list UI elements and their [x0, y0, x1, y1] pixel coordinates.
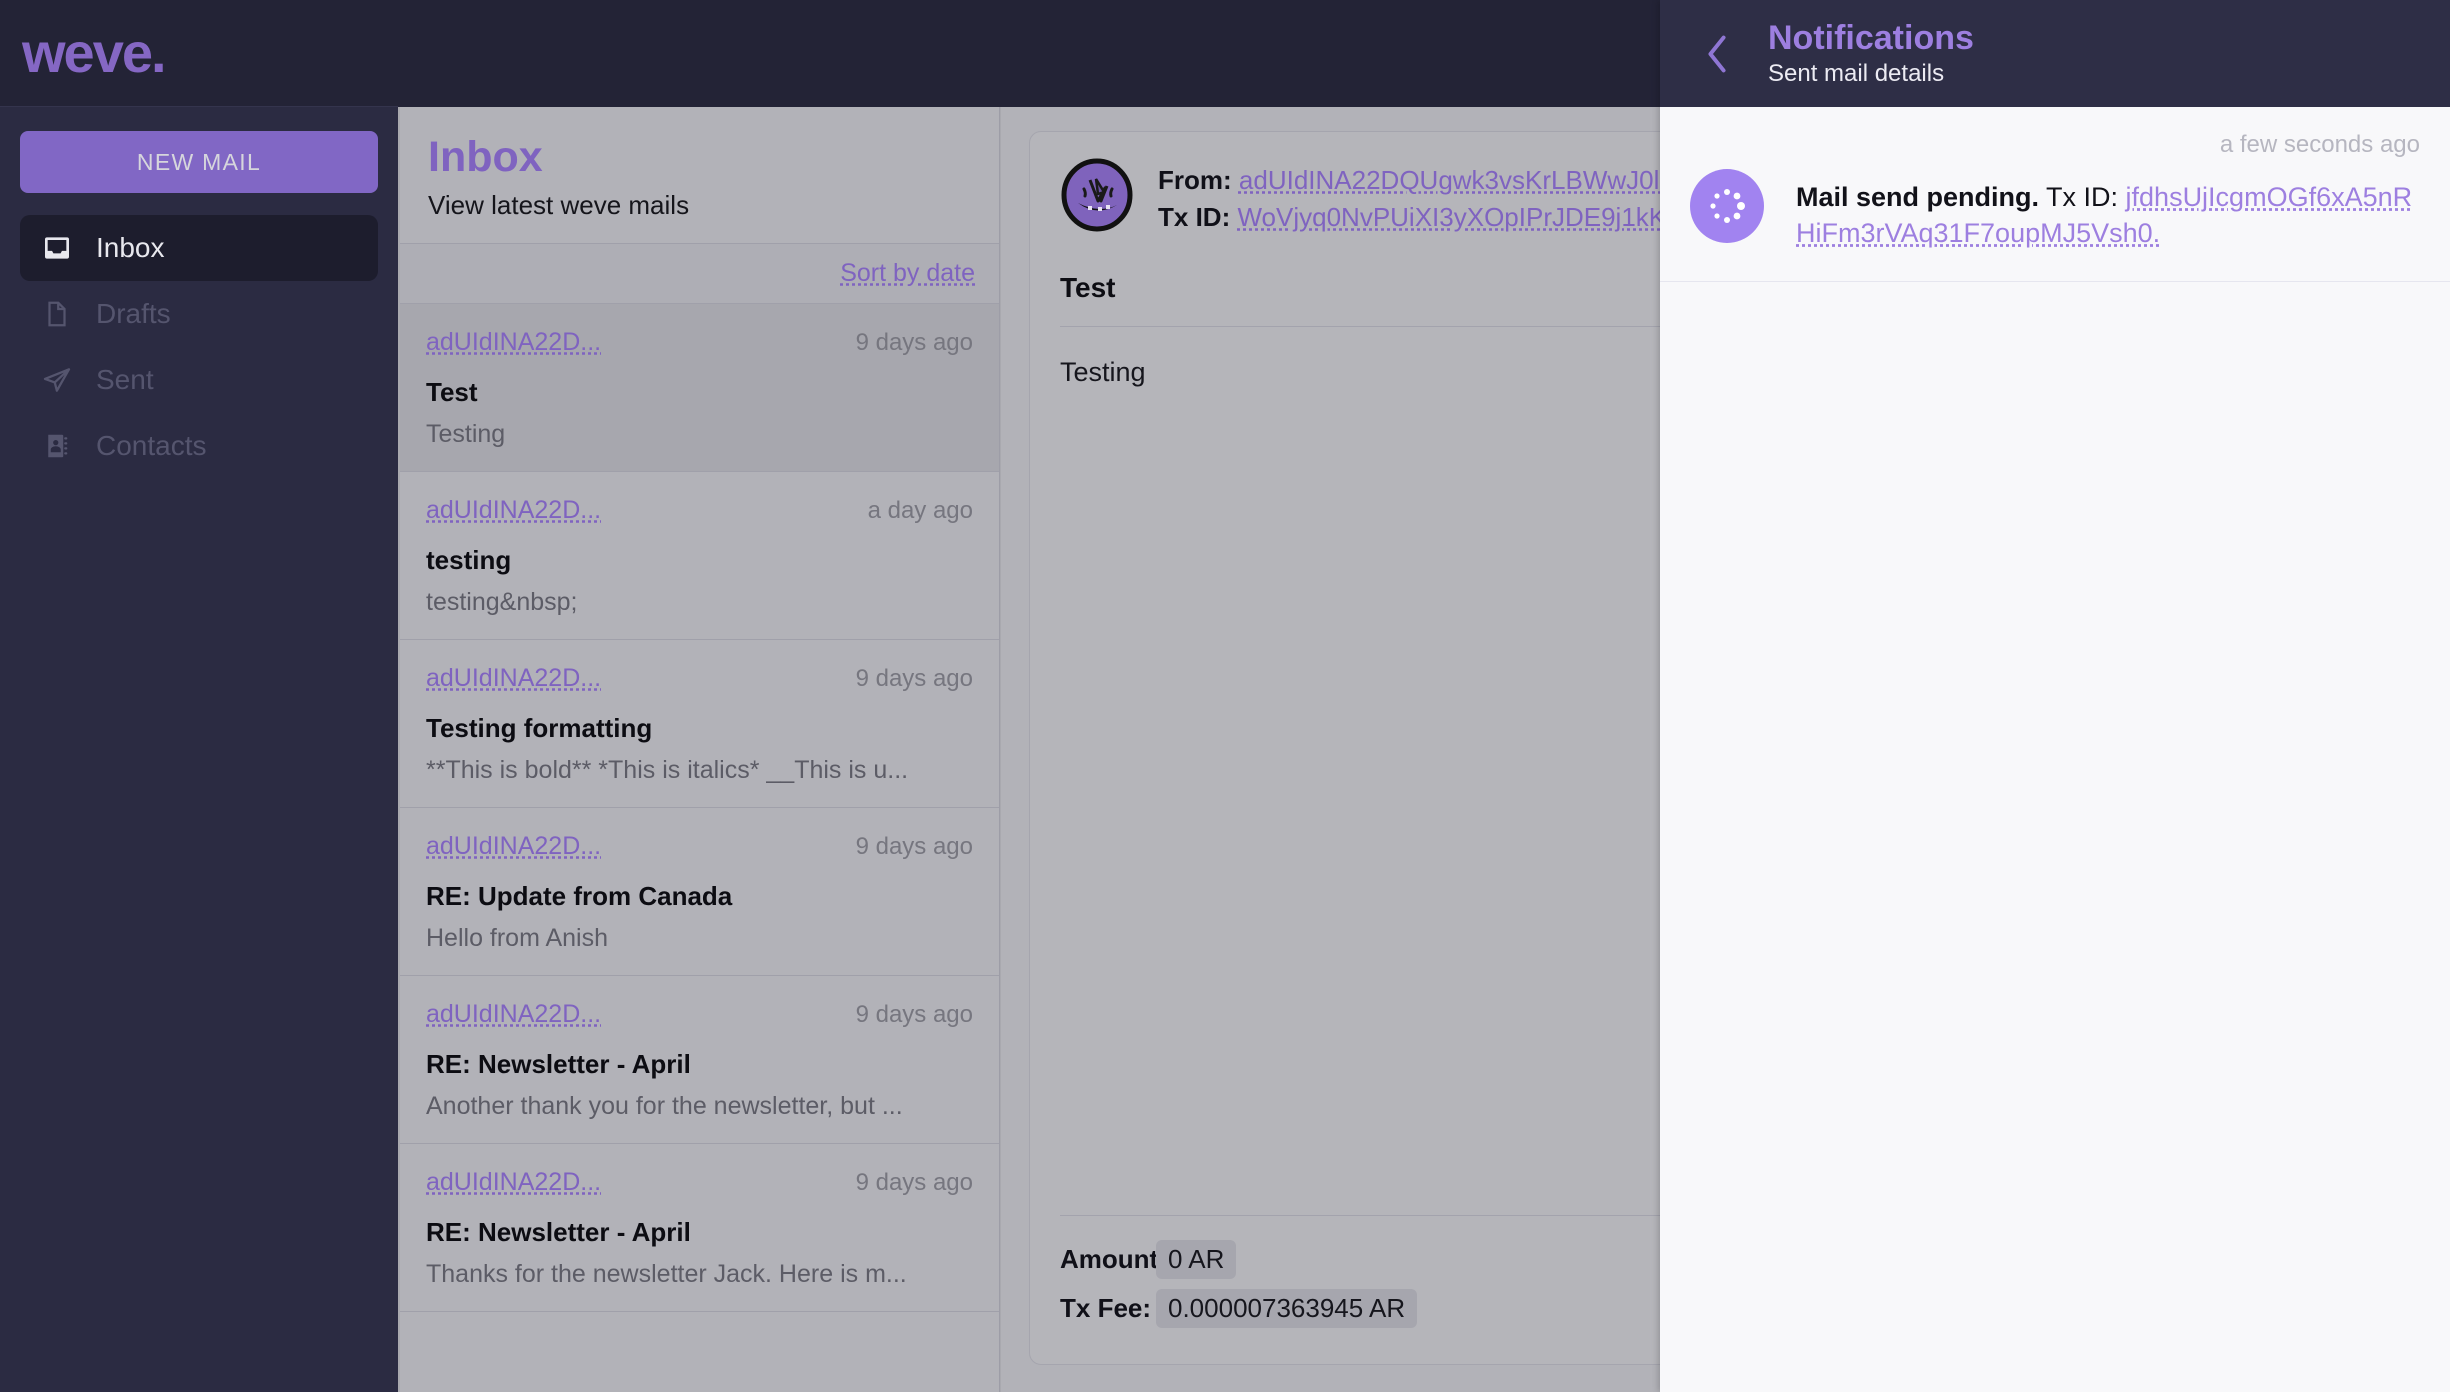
mail-sender-link[interactable]: adUIdINA22D... — [426, 328, 601, 357]
contacts-icon — [40, 429, 74, 463]
mail-sender-link[interactable]: adUIdINA22D... — [426, 664, 601, 693]
page-title: Inbox — [428, 133, 543, 181]
sidebar: weve. NEW MAIL Inbox Drafts Sent Contact… — [0, 0, 398, 1392]
mail-preview: testing&nbsp; — [426, 588, 578, 617]
sidebar-item-label: Sent — [96, 364, 154, 395]
mail-list-item[interactable]: adUIdINA22D... 9 days ago RE: Update fro… — [400, 808, 999, 977]
mail-item-top: adUIdINA22D... 9 days ago — [426, 328, 973, 357]
mail-sender-link[interactable]: adUIdINA22D... — [426, 1000, 601, 1029]
txid-label: Tx ID: — [1158, 201, 1231, 232]
notifications-title: Notifications — [1768, 19, 1974, 58]
amount-value: 0 AR — [1156, 1240, 1237, 1279]
notifications-body: a few seconds ago Mail send pending. Tx … — [1660, 107, 2450, 283]
mail-item-top: adUIdINA22D... a day ago — [426, 496, 973, 525]
mail-date: 9 days ago — [855, 833, 973, 861]
sidebar-item-drafts[interactable]: Drafts — [20, 281, 378, 347]
page-subtitle: View latest weve mails — [428, 190, 690, 221]
inbox-icon — [40, 231, 74, 265]
mail-subject: Test — [426, 377, 478, 408]
new-mail-button[interactable]: NEW MAIL — [20, 131, 378, 193]
mail-date: 9 days ago — [855, 329, 973, 357]
mail-list-header: Inbox View latest weve mails — [400, 107, 999, 243]
sort-by-date-link[interactable]: Sort by date — [840, 259, 975, 288]
mail-subject: testing — [426, 545, 512, 576]
mail-detail-panel: From: adUIdINA22DQUgwk3vsKrLBWwJ0lkF8qzV… — [1001, 107, 1660, 1392]
mail-txid-row: Tx ID: WoVjyq0NvPUiXI3yXOpIPrJDE9j1kKxYO… — [1158, 199, 1660, 236]
mail-preview: Hello from Anish — [426, 924, 609, 953]
mail-sender-link[interactable]: adUIdINA22D... — [426, 832, 601, 861]
notification-text: Mail send pending. Tx ID: jfdhsUjIcgmOGf… — [1796, 169, 2420, 251]
mail-list-item[interactable]: adUIdINA22D... 9 days ago Test Testing — [400, 304, 999, 473]
mail-date: 9 days ago — [855, 1001, 973, 1029]
mail-date: 9 days ago — [855, 665, 973, 693]
mail-list-item[interactable]: adUIdINA22D... a day ago testing testing… — [400, 472, 999, 641]
fee-value: 0.000007363945 AR — [1156, 1289, 1418, 1328]
mail-date: a day ago — [867, 497, 973, 525]
sender-avatar — [1060, 158, 1134, 232]
mail-subject: RE: Newsletter - April — [426, 1217, 691, 1248]
mail-subject: RE: Newsletter - April — [426, 1049, 691, 1080]
mail-item-top: adUIdINA22D... 9 days ago — [426, 664, 973, 693]
from-label: From: — [1158, 165, 1232, 195]
mail-subject: RE: Update from Canada — [426, 881, 733, 912]
sidebar-item-label: Contacts — [96, 430, 207, 461]
mail-detail-card: From: adUIdINA22DQUgwk3vsKrLBWwJ0lkF8qzV… — [1029, 131, 1660, 1365]
mail-detail-subject: Test — [1060, 272, 1660, 327]
drafts-icon — [40, 297, 74, 331]
sort-bar: Sort by date — [400, 243, 999, 305]
mail-preview: Another thank you for the newsletter, bu… — [426, 1092, 903, 1121]
sidebar-nav: Inbox Drafts Sent Contacts — [0, 215, 398, 479]
mail-list-item[interactable]: adUIdINA22D... 9 days ago Testing format… — [400, 640, 999, 809]
notification-status: Mail send pending. — [1796, 182, 2040, 212]
mail-sender-link[interactable]: adUIdINA22D... — [426, 1168, 601, 1197]
mail-item-top: adUIdINA22D... 9 days ago — [426, 1000, 973, 1029]
sidebar-item-label: Drafts — [96, 298, 171, 329]
mail-list-panel: Inbox View latest weve mails Sort by dat… — [400, 107, 1000, 1392]
sidebar-item-contacts[interactable]: Contacts — [20, 413, 378, 479]
mail-date: 9 days ago — [855, 1169, 973, 1197]
fee-label: Tx Fee: — [1060, 1293, 1152, 1323]
mail-item-top: adUIdINA22D... 9 days ago — [426, 1168, 973, 1197]
amount-label: Amount: — [1060, 1244, 1167, 1274]
notification-timestamp: a few seconds ago — [2219, 131, 2420, 158]
mail-detail-footer: Amount: 0 AR Tx Fee: 0.000007363945 AR — [1060, 1215, 1660, 1338]
brand-area: weve. — [0, 0, 398, 107]
mail-detail-body: Testing — [1060, 356, 1146, 387]
sidebar-item-sent[interactable]: Sent — [20, 347, 378, 413]
app-root: weve. NEW MAIL Inbox Drafts Sent Contact… — [0, 0, 2450, 1392]
notification-txid-label: Tx ID: — [2039, 182, 2126, 212]
sidebar-item-label: Inbox — [96, 232, 165, 263]
amount-row: Amount: 0 AR — [1060, 1240, 1660, 1279]
notifications-header: Notifications Sent mail details — [1660, 0, 2450, 107]
new-mail-wrap: NEW MAIL — [0, 107, 398, 193]
mail-list-item[interactable]: adUIdINA22D... 9 days ago RE: Newsletter… — [400, 976, 999, 1145]
mail-preview: Testing — [426, 420, 506, 449]
fee-row: Tx Fee: 0.000007363945 AR — [1060, 1289, 1660, 1328]
sent-icon — [40, 363, 74, 397]
mail-list: adUIdINA22D... 9 days ago Test Testing a… — [400, 304, 999, 1313]
from-value-link[interactable]: adUIdINA22DQUgwk3vsKrLBWwJ0lkF8qzVhDCLA — [1239, 165, 1660, 195]
mail-item-top: adUIdINA22D... 9 days ago — [426, 832, 973, 861]
notifications-subtitle: Sent mail details — [1768, 60, 1945, 88]
mail-subject: Testing formatting — [426, 713, 653, 744]
app-logo: weve. — [22, 21, 167, 84]
mail-list-item[interactable]: adUIdINA22D... 9 days ago RE: Newsletter… — [400, 1144, 999, 1313]
txid-value-link[interactable]: WoVjyq0NvPUiXI3yXOpIPrJDE9j1kKxYOZQ1nAk — [1237, 202, 1660, 232]
mail-from-row: From: adUIdINA22DQUgwk3vsKrLBWwJ0lkF8qzV… — [1158, 162, 1660, 199]
notification-item[interactable]: Mail send pending. Tx ID: jfdhsUjIcgmOGf… — [1660, 159, 2450, 283]
notifications-titles: Notifications Sent mail details — [1768, 19, 1974, 88]
spinner-icon — [1690, 169, 1764, 243]
sidebar-item-inbox[interactable]: Inbox — [20, 215, 378, 281]
notifications-panel: Notifications Sent mail details a few se… — [1660, 0, 2450, 1392]
mail-meta: From: adUIdINA22DQUgwk3vsKrLBWwJ0lkF8qzV… — [1158, 158, 1660, 236]
mail-detail-header: From: adUIdINA22DQUgwk3vsKrLBWwJ0lkF8qzV… — [1060, 158, 1660, 236]
mail-sender-link[interactable]: adUIdINA22D... — [426, 496, 601, 525]
mail-preview: Thanks for the newsletter Jack. Here is … — [426, 1260, 907, 1289]
chevron-left-icon[interactable] — [1690, 27, 1744, 81]
mail-preview: **This is bold** *This is italics* __Thi… — [426, 756, 909, 785]
